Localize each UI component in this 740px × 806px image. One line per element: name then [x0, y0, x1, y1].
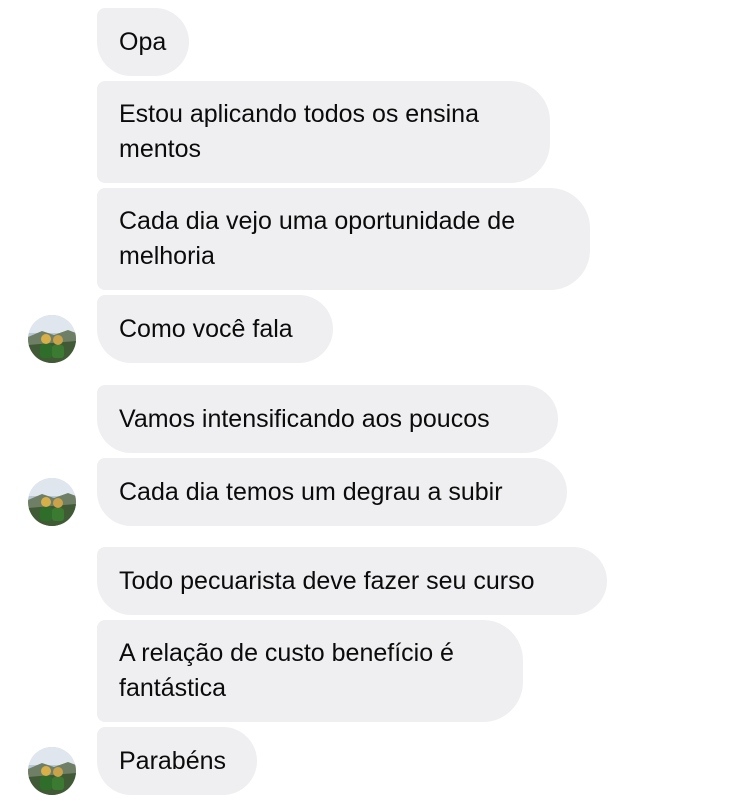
message-text: Estou aplicando todos os ensina mentos: [119, 100, 479, 163]
message-bubble[interactable]: Como você fala: [97, 295, 333, 363]
sender-avatar[interactable]: [28, 747, 76, 795]
message-text: Cada dia temos um degrau a subir: [119, 477, 503, 506]
message-text: Todo pecuarista deve fazer seu curso: [119, 566, 535, 595]
message-bubble[interactable]: Parabéns: [97, 727, 257, 795]
message-bubble[interactable]: Cada dia temos um degrau a subir: [97, 458, 567, 526]
message-text: Parabéns: [119, 746, 227, 775]
sender-avatar[interactable]: [28, 315, 76, 363]
message-bubble[interactable]: Todo pecuarista deve fazer seu curso: [97, 547, 607, 615]
message-bubble[interactable]: Estou aplicando todos os ensina mentos: [97, 81, 550, 183]
message-text: Cada dia vejo uma oportunidade de melhor…: [119, 207, 516, 270]
avatar-photo-icon: [28, 315, 76, 363]
message-bubble[interactable]: Opa: [97, 8, 189, 76]
message-text: A relação de custo benefício é fantástic…: [119, 639, 454, 702]
avatar-photo-icon: [28, 747, 76, 795]
message-bubble[interactable]: Vamos intensificando aos poucos: [97, 385, 558, 453]
message-bubble[interactable]: Cada dia vejo uma oportunidade de melhor…: [97, 188, 590, 290]
sender-avatar[interactable]: [28, 478, 76, 526]
message-text: Vamos intensificando aos poucos: [119, 404, 490, 433]
message-text: Opa: [119, 27, 167, 56]
chat-thread: Opa Estou aplicando todos os ensina ment…: [0, 0, 740, 806]
message-bubble[interactable]: A relação de custo benefício é fantástic…: [97, 620, 523, 722]
message-text: Como você fala: [119, 314, 293, 343]
avatar-photo-icon: [28, 478, 76, 526]
